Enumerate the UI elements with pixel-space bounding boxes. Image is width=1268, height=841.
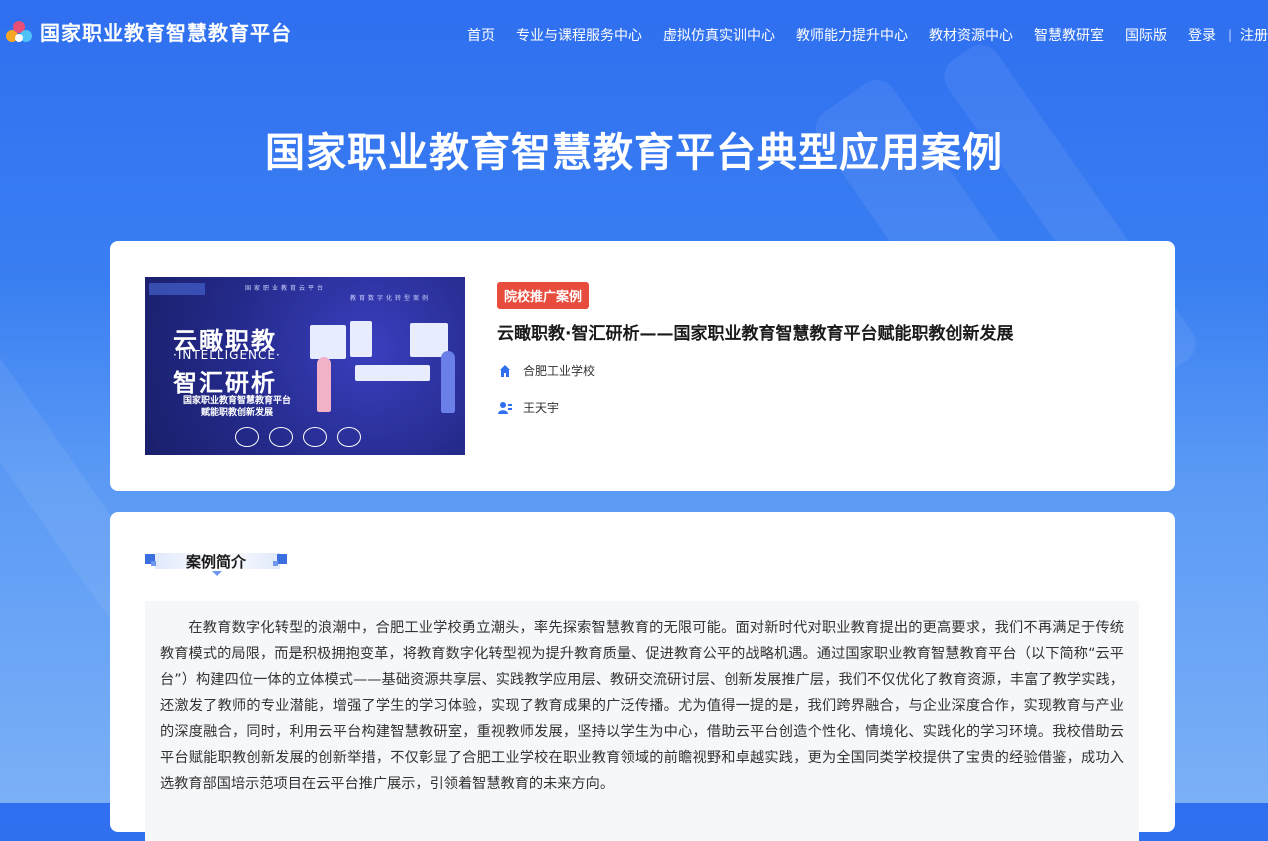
cover-bubbles bbox=[235, 427, 361, 447]
heading-triangle bbox=[212, 571, 222, 576]
author-name: 王天宇 bbox=[523, 401, 560, 415]
cover-bubble bbox=[337, 427, 361, 447]
cover-top-line2: 教育数字化转型案例 bbox=[350, 295, 432, 302]
person-icon bbox=[497, 401, 513, 415]
cover-chart-board bbox=[355, 365, 430, 381]
register-link[interactable]: 注册 bbox=[1240, 25, 1268, 45]
school-icon bbox=[497, 364, 513, 378]
cover-subtitle-line1: 国家职业教育智慧教育平台 bbox=[182, 396, 291, 406]
top-header: 国家职业教育智慧教育平台 首页 专业与课程服务中心 虚拟仿真实训中心 教师能力提… bbox=[0, 0, 1268, 70]
school-name: 合肥工业学校 bbox=[523, 364, 596, 378]
intro-text-box: 在教育数字化转型的浪潮中，合肥工业学校勇立潮头，率先探索智慧教育的无限可能。面对… bbox=[145, 601, 1139, 841]
case-type-badge: 院校推广案例 bbox=[497, 282, 590, 309]
section-heading: 案例简介 bbox=[145, 550, 290, 578]
nav-separator: | bbox=[1227, 28, 1232, 42]
cover-bubble bbox=[235, 427, 259, 447]
nav-course-center[interactable]: 专业与课程服务中心 bbox=[516, 25, 642, 45]
cover-subtitle-line2: 赋能职教创新发展 bbox=[200, 408, 273, 418]
nav-virtual-training[interactable]: 虚拟仿真实训中心 bbox=[663, 25, 775, 45]
intro-paragraph: 在教育数字化转型的浪潮中，合肥工业学校勇立潮头，率先探索智慧教育的无限可能。面对… bbox=[160, 620, 1124, 792]
login-link[interactable]: 登录 bbox=[1188, 25, 1216, 45]
nav-smart-teaching-room[interactable]: 智慧教研室 bbox=[1034, 25, 1104, 45]
case-card: 国家职业教育云平台 教育数字化转型案例 云瞰职教 ·INTELLIGENCE· … bbox=[110, 241, 1175, 491]
cover-bubble bbox=[269, 427, 293, 447]
cover-title-line3: 智汇研析 bbox=[173, 369, 277, 397]
logo-icon bbox=[4, 16, 34, 46]
site-logo[interactable]: 国家职业教育智慧教育平台 bbox=[4, 16, 292, 46]
section-heading-text: 案例简介 bbox=[185, 553, 246, 571]
nav-international[interactable]: 国际版 bbox=[1125, 25, 1167, 45]
intro-card: 案例简介 在教育数字化转型的浪潮中，合肥工业学校勇立潮头，率先探索智慧教育的无限… bbox=[110, 512, 1175, 841]
cover-figure bbox=[317, 357, 331, 412]
main-nav: 首页 专业与课程服务中心 虚拟仿真实训中心 教师能力提升中心 教材资源中心 智慧… bbox=[446, 25, 1268, 45]
case-school: 合肥工业学校 bbox=[497, 362, 595, 379]
page-title: 国家职业教育智慧教育平台典型应用案例 bbox=[265, 130, 1003, 176]
case-author: 王天宇 bbox=[497, 399, 559, 416]
nav-teacher-development[interactable]: 教师能力提升中心 bbox=[796, 25, 908, 45]
cover-figure bbox=[441, 351, 455, 413]
cover-brand-logo bbox=[149, 283, 205, 295]
logo-text: 国家职业教育智慧教育平台 bbox=[40, 20, 292, 45]
nav-home[interactable]: 首页 bbox=[467, 25, 495, 45]
case-title[interactable]: 云瞰职教·智汇研析——国家职业教育智慧教育平台赋能职教创新发展 bbox=[497, 319, 1013, 344]
cover-chart-board bbox=[350, 321, 372, 357]
cover-subtitle: 国家职业教育智慧教育平台 赋能职教创新发展 bbox=[157, 395, 317, 419]
cover-title-line2: ·INTELLIGENCE· bbox=[173, 348, 281, 362]
nav-textbook-resources[interactable]: 教材资源中心 bbox=[929, 25, 1013, 45]
cover-top-line1: 国家职业教育云平台 bbox=[245, 285, 327, 292]
case-cover-image[interactable]: 国家职业教育云平台 教育数字化转型案例 云瞰职教 ·INTELLIGENCE· … bbox=[145, 277, 465, 455]
cover-bubble bbox=[303, 427, 327, 447]
cover-chart-board bbox=[310, 325, 346, 359]
